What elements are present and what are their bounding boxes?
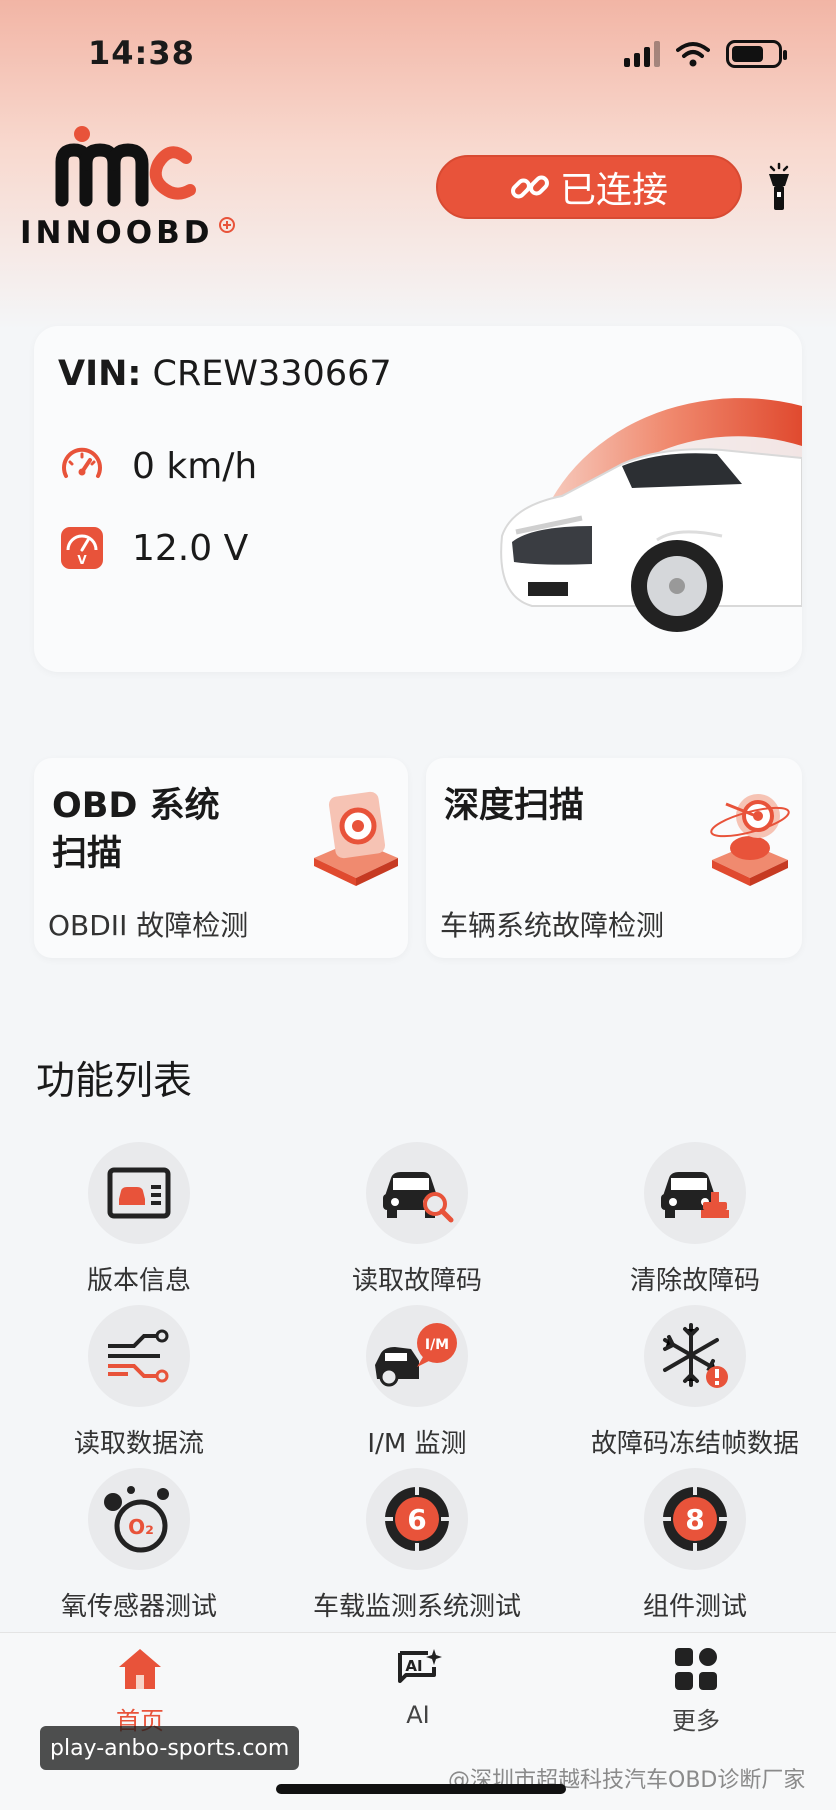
- obd-system-scan-card[interactable]: OBD 系统 扫描 OBDII 故障检测: [34, 758, 408, 958]
- function-freeze-frame[interactable]: 故障码冻结帧数据: [556, 1305, 834, 1460]
- speed-value: 0 km/h: [132, 445, 258, 487]
- voltage-value: 12.0 V: [132, 527, 249, 569]
- function-read-dtc[interactable]: 读取故障码: [278, 1142, 556, 1297]
- speed-row: 0 km/h: [58, 442, 257, 490]
- car-clear-icon: [661, 1172, 729, 1218]
- grid-more-icon: [675, 1648, 717, 1690]
- logo-mark-icon: [55, 126, 196, 207]
- wifi-icon: [676, 42, 710, 67]
- voltage-row: V 12.0 V: [58, 524, 248, 572]
- cellular-signal-icon: [624, 41, 660, 67]
- data-stream-icon: [108, 1329, 169, 1383]
- vin-row: VIN: CREW330667: [58, 354, 392, 394]
- svg-text:8: 8: [685, 1503, 704, 1536]
- svg-text:AI: AI: [405, 1657, 422, 1675]
- function-icon-bg: O₂: [88, 1468, 190, 1570]
- deep-scan-card[interactable]: 深度扫描 车辆系统故障检测: [426, 758, 802, 958]
- watermark-site: play-anbo-sports.com: [40, 1726, 300, 1770]
- battery-icon: [726, 40, 787, 68]
- function-icon-bg: [644, 1305, 746, 1407]
- status-time: 14:38: [88, 34, 195, 72]
- onboard-monitor-6-icon: 6: [385, 1487, 449, 1551]
- function-component-test[interactable]: 8 组件测试: [556, 1468, 834, 1623]
- function-version-info[interactable]: 版本信息: [0, 1142, 278, 1297]
- obd-scan-title-line1: OBD 系统: [52, 786, 220, 826]
- nav-ai-label: AI: [406, 1701, 430, 1729]
- function-icon-bg: [366, 1142, 468, 1244]
- vin-label: VIN:: [58, 354, 142, 394]
- connection-status-button[interactable]: 已连接: [436, 155, 742, 219]
- vin-value: CREW330667: [152, 354, 392, 394]
- home-icon: [119, 1649, 161, 1689]
- function-icon-bg: [88, 1305, 190, 1407]
- ai-chat-icon: AI: [398, 1649, 442, 1683]
- svg-text:O₂: O₂: [128, 1515, 154, 1539]
- o2-sensor-icon: O₂: [104, 1486, 169, 1553]
- vehicle-info-card: VIN: CREW330667 0 km/h V 12.0 V: [34, 326, 802, 672]
- function-onboard-monitor[interactable]: 6 车载监测系统测试: [278, 1468, 556, 1623]
- function-icon-bg: 8: [644, 1468, 746, 1570]
- function-clear-dtc[interactable]: 清除故障码: [556, 1142, 834, 1297]
- function-o2-sensor[interactable]: O₂ 氧传感器测试: [0, 1468, 278, 1623]
- function-list-title: 功能列表: [36, 1059, 193, 1104]
- function-label: 车载监测系统测试: [312, 1592, 521, 1622]
- flashlight-icon[interactable]: [766, 162, 792, 212]
- nav-home[interactable]: 首页: [60, 1645, 220, 1736]
- im-monitor-icon: I/M: [375, 1323, 457, 1387]
- home-indicator[interactable]: [276, 1784, 566, 1794]
- function-label: 读取数据流: [73, 1429, 204, 1459]
- freeze-frame-icon: [663, 1323, 728, 1388]
- function-label: 氧传感器测试: [60, 1592, 217, 1622]
- function-icon-bg: [644, 1142, 746, 1244]
- speedometer-icon: [62, 447, 102, 478]
- obd-scan-subtitle: OBDII 故障检测: [48, 909, 249, 942]
- plus-badge-icon: [219, 217, 235, 233]
- logo-text: INNOOBD: [20, 215, 214, 251]
- svg-text:I/M: I/M: [425, 1337, 449, 1353]
- nav-more[interactable]: 更多: [616, 1645, 776, 1736]
- deep-scan-subtitle: 车辆系统故障检测: [440, 909, 665, 942]
- obd-scan-icon: [314, 791, 398, 886]
- car-illustration: [500, 398, 802, 632]
- nav-more-label: 更多: [672, 1707, 720, 1735]
- link-icon: [511, 175, 549, 199]
- status-bar: 14:38: [0, 0, 836, 110]
- function-label: 故障码冻结帧数据: [590, 1429, 799, 1459]
- svg-text:V: V: [77, 553, 87, 567]
- function-label: 版本信息: [86, 1266, 191, 1296]
- function-icon-bg: 6: [366, 1468, 468, 1570]
- id-card-icon: [107, 1167, 171, 1219]
- function-label: 清除故障码: [629, 1266, 760, 1296]
- deep-scan-title-line1: 深度扫描: [444, 786, 585, 826]
- connection-status-label: 已连接: [559, 170, 668, 211]
- deep-scan-target-icon: [710, 794, 790, 886]
- function-im-monitor[interactable]: I/M I/M 监测: [278, 1305, 556, 1460]
- function-icon-bg: I/M: [366, 1305, 468, 1407]
- function-label: 组件测试: [642, 1592, 747, 1622]
- voltmeter-icon: V: [61, 527, 103, 569]
- svg-text:6: 6: [407, 1503, 426, 1536]
- car-search-icon: [383, 1172, 454, 1223]
- status-icons: [624, 40, 787, 68]
- component-test-8-icon: 8: [663, 1487, 727, 1551]
- obd-scan-title: OBD 系统 扫描: [52, 782, 220, 878]
- innoobd-logo: INNOOBD: [20, 120, 250, 255]
- deep-scan-title: 深度扫描: [444, 782, 584, 830]
- obd-scan-title-line2: 扫描: [52, 834, 123, 874]
- function-icon-bg: [88, 1142, 190, 1244]
- function-label: I/M 监测: [367, 1429, 467, 1459]
- function-label: 读取故障码: [351, 1266, 482, 1296]
- nav-ai[interactable]: AI AI: [338, 1645, 498, 1729]
- function-live-data[interactable]: 读取数据流: [0, 1305, 278, 1460]
